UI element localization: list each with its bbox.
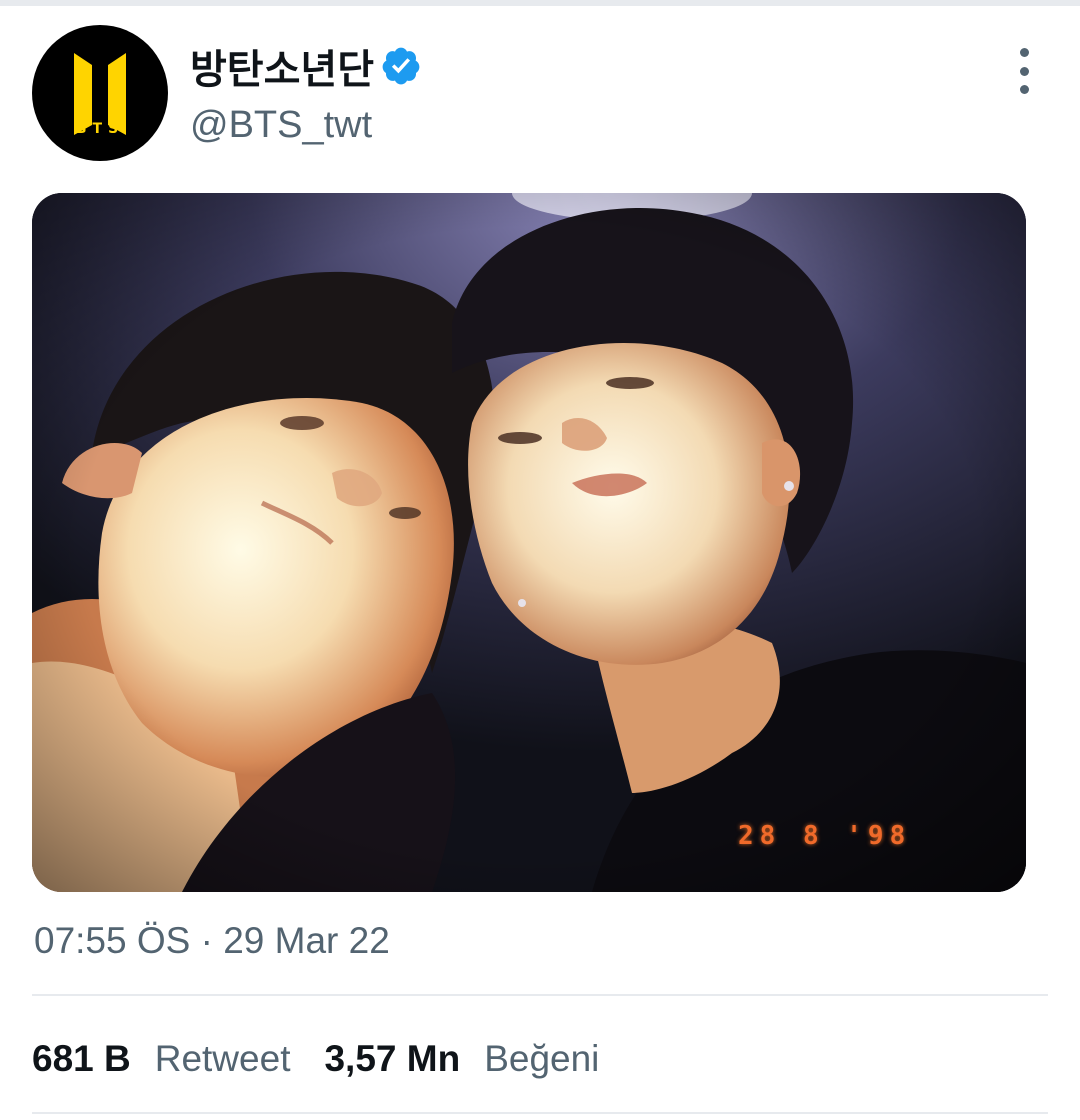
author-handle[interactable]: @BTS_twt bbox=[190, 104, 372, 147]
likes-label[interactable]: Beğeni bbox=[484, 1038, 599, 1080]
meta-divider bbox=[32, 994, 1048, 996]
verified-badge-icon bbox=[382, 47, 420, 85]
photo-illustration bbox=[32, 193, 1026, 892]
tweet-detail: BTS 방탄소년단 @BTS_twt 28 8 '98 07:55 ÖS · 2… bbox=[0, 0, 1080, 1120]
top-divider bbox=[0, 0, 1080, 6]
photo-date-stamp: 28 8 '98 bbox=[738, 821, 912, 851]
tweet-photo[interactable]: 28 8 '98 bbox=[32, 193, 1026, 892]
avatar-logo-text: BTS bbox=[75, 121, 125, 137]
retweets-label[interactable]: Retweet bbox=[155, 1038, 291, 1080]
engagement-stats: 681 B Retweet 3,57 Mn Beğeni bbox=[32, 1034, 599, 1084]
bts-logo-icon bbox=[74, 53, 126, 135]
author-name-row[interactable]: 방탄소년단 bbox=[190, 38, 422, 94]
tweet-timestamp[interactable]: 07:55 ÖS · 29 Mar 22 bbox=[34, 920, 390, 962]
more-vertical-icon bbox=[1019, 48, 1029, 57]
stats-divider bbox=[32, 1112, 1048, 1114]
more-options-button[interactable] bbox=[1006, 48, 1042, 94]
avatar[interactable]: BTS bbox=[32, 25, 168, 161]
retweets-count[interactable]: 681 B bbox=[32, 1038, 131, 1080]
display-name[interactable]: 방탄소년단 bbox=[190, 37, 374, 95]
likes-count[interactable]: 3,57 Mn bbox=[324, 1038, 460, 1080]
